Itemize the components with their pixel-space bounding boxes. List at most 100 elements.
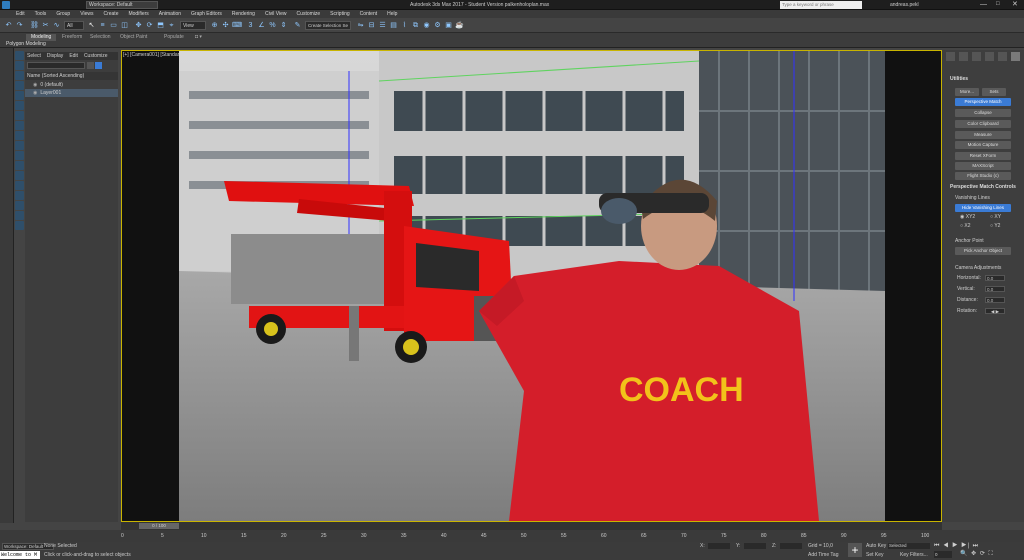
minimize-icon[interactable]: — xyxy=(980,0,987,9)
ribbon-toggle-icon[interactable]: ◘ ▾ xyxy=(195,34,202,41)
display-geometry-icon[interactable] xyxy=(15,61,24,70)
horizontal-spinner[interactable]: 0.0 xyxy=(985,275,1005,281)
flight-studio-button[interactable]: Flight Studio (c) xyxy=(955,172,1011,180)
placement-icon[interactable]: ⌖ xyxy=(167,21,176,30)
menu-modifiers[interactable]: Modifiers xyxy=(123,10,153,18)
invert-display-icon[interactable] xyxy=(15,201,24,210)
curve-editor-icon[interactable]: ⌇ xyxy=(400,21,409,30)
unlink-icon[interactable]: ✂ xyxy=(41,21,50,30)
display-spacewarps-icon[interactable] xyxy=(15,111,24,120)
menu-scripting[interactable]: Scripting xyxy=(325,10,354,18)
distance-spinner[interactable]: 0.0 xyxy=(985,297,1005,303)
keyboard-shortcut-override-icon[interactable]: ⌨ xyxy=(232,21,242,30)
motion-tab-icon[interactable] xyxy=(985,52,994,61)
rendered-frame-window-icon[interactable]: ▣ xyxy=(444,21,453,30)
layer-row[interactable]: ◉ 0 (default) xyxy=(25,81,118,89)
menu-customize[interactable]: Customize xyxy=(292,10,326,18)
select-manipulate-icon[interactable]: ✣ xyxy=(221,21,230,30)
tab-selection[interactable]: Selection xyxy=(90,34,111,41)
display-shapes-icon[interactable] xyxy=(15,71,24,80)
select-scale-icon[interactable]: ⬒ xyxy=(156,21,165,30)
hierarchy-tab-icon[interactable] xyxy=(972,52,981,61)
menu-help[interactable]: Help xyxy=(382,10,402,18)
pick-anchor-object-button[interactable]: Pick Anchor Object xyxy=(955,247,1011,255)
radio-xy[interactable]: ○ XY xyxy=(990,214,1001,220)
maxscript-button[interactable]: MAXScript xyxy=(955,162,1011,170)
column-header-name[interactable]: Name (Sorted Ascending) xyxy=(25,72,118,80)
snaps-toggle-icon[interactable]: 3 xyxy=(246,21,255,30)
tab-populate[interactable]: Populate xyxy=(164,34,184,41)
scene-menu-display[interactable]: Display xyxy=(47,53,63,59)
menu-group[interactable]: Group xyxy=(51,10,75,18)
more-button[interactable]: More... xyxy=(955,88,979,96)
tab-modeling[interactable]: Modeling xyxy=(26,34,57,41)
pivot-center-icon[interactable]: ⊕ xyxy=(210,21,219,30)
menu-animation[interactable]: Animation xyxy=(154,10,186,18)
y-coordinate-field[interactable] xyxy=(744,543,766,549)
search-input[interactable]: Type a keyword or phrase xyxy=(780,1,862,9)
create-tab-icon[interactable] xyxy=(946,52,955,61)
select-icon[interactable] xyxy=(15,51,24,60)
menu-views[interactable]: Views xyxy=(75,10,98,18)
menu-tools[interactable]: Tools xyxy=(30,10,52,18)
ribbon-panel-polygon-modeling[interactable]: Polygon Modeling xyxy=(6,41,46,48)
track-bar[interactable]: 0 5 10 15 20 25 30 35 40 45 50 55 60 65 … xyxy=(0,530,1024,542)
layer-icon[interactable] xyxy=(15,221,24,230)
eye-icon[interactable]: ◉ xyxy=(33,90,37,96)
display-containers-icon[interactable] xyxy=(15,151,24,160)
perspective-match-button[interactable]: Perspective Match xyxy=(955,98,1011,106)
scene-search-input[interactable] xyxy=(27,62,85,69)
layer-explorer-icon[interactable]: ☰ xyxy=(378,21,387,30)
percent-snap-icon[interactable]: % xyxy=(268,21,277,30)
scene-menu-customize[interactable]: Customize xyxy=(84,53,108,59)
display-cameras-icon[interactable] xyxy=(15,91,24,100)
radio-x2[interactable]: ○ X2 xyxy=(960,223,971,229)
time-slider[interactable]: 0 / 100 xyxy=(121,522,942,530)
spinner-snap-icon[interactable]: ⇕ xyxy=(279,21,288,30)
display-helpers-icon[interactable] xyxy=(15,101,24,110)
close-icon[interactable]: ✕ xyxy=(1012,0,1018,9)
current-frame-field[interactable]: 0 xyxy=(934,551,952,558)
radio-y2[interactable]: ○ Y2 xyxy=(990,223,1000,229)
select-move-icon[interactable]: ✥ xyxy=(134,21,143,30)
maximize-icon[interactable]: □ xyxy=(996,0,1000,9)
set-keys-icon[interactable]: + xyxy=(848,543,862,557)
select-by-name-icon[interactable]: ≡ xyxy=(98,21,107,30)
auto-key-button[interactable]: Auto Key xyxy=(866,543,886,549)
layer-row[interactable]: ◉ Layer001 xyxy=(25,89,118,97)
find-icon[interactable] xyxy=(87,62,94,69)
viewport-navigation-controls[interactable]: 🔍 ✥ ⟳ ⛶ xyxy=(960,551,1020,558)
user-name[interactable]: andreas.pekl xyxy=(890,1,919,9)
hide-vanishing-lines-button[interactable]: Hide Vanishing Lines xyxy=(955,204,1011,212)
bind-spacewarp-icon[interactable]: ∿ xyxy=(52,21,61,30)
reset-xform-button[interactable]: Reset XForm xyxy=(955,152,1011,160)
mirror-icon[interactable]: ⇋ xyxy=(356,21,365,30)
playback-controls[interactable]: ⏮ ◀ ▶ ▶| ⏭ xyxy=(934,543,994,549)
tab-object-paint[interactable]: Object Paint xyxy=(120,34,147,41)
region-select-icon[interactable]: ▭ xyxy=(109,21,118,30)
x-coordinate-field[interactable] xyxy=(708,543,730,549)
window-crossing-icon[interactable]: ◫ xyxy=(120,21,129,30)
perspective-match-rollout-title[interactable]: Perspective Match Controls xyxy=(950,184,1016,190)
menu-rendering[interactable]: Rendering xyxy=(227,10,260,18)
display-groups-icon[interactable] xyxy=(15,121,24,130)
utilities-tab-icon[interactable] xyxy=(1011,52,1020,61)
menu-content[interactable]: Content xyxy=(355,10,383,18)
scene-explorer-icon[interactable]: ▤ xyxy=(389,21,398,30)
schematic-view-icon[interactable]: ⧉ xyxy=(411,21,420,30)
time-slider-thumb[interactable]: 0 / 100 xyxy=(139,523,179,529)
sets-button[interactable]: Sets xyxy=(982,88,1006,96)
menu-edit[interactable]: Edit xyxy=(0,10,30,18)
display-xrefs-icon[interactable] xyxy=(15,131,24,140)
utilities-rollout-title[interactable]: Utilities xyxy=(950,76,968,82)
scene-menu-edit[interactable]: Edit xyxy=(69,53,78,59)
select-object-icon[interactable]: ↖ xyxy=(87,21,96,30)
key-selection-dropdown[interactable]: Selected xyxy=(888,543,930,549)
scene-menu-select[interactable]: Select xyxy=(27,53,41,59)
reference-coordinate-dropdown[interactable]: View xyxy=(180,21,206,30)
link-icon[interactable]: ⛓ xyxy=(30,21,39,30)
filter-icon[interactable] xyxy=(15,211,24,220)
angle-snap-icon[interactable]: ∠ xyxy=(257,21,266,30)
add-time-tag[interactable]: Add Time Tag xyxy=(808,552,838,558)
display-hidden-icon[interactable] xyxy=(15,171,24,180)
